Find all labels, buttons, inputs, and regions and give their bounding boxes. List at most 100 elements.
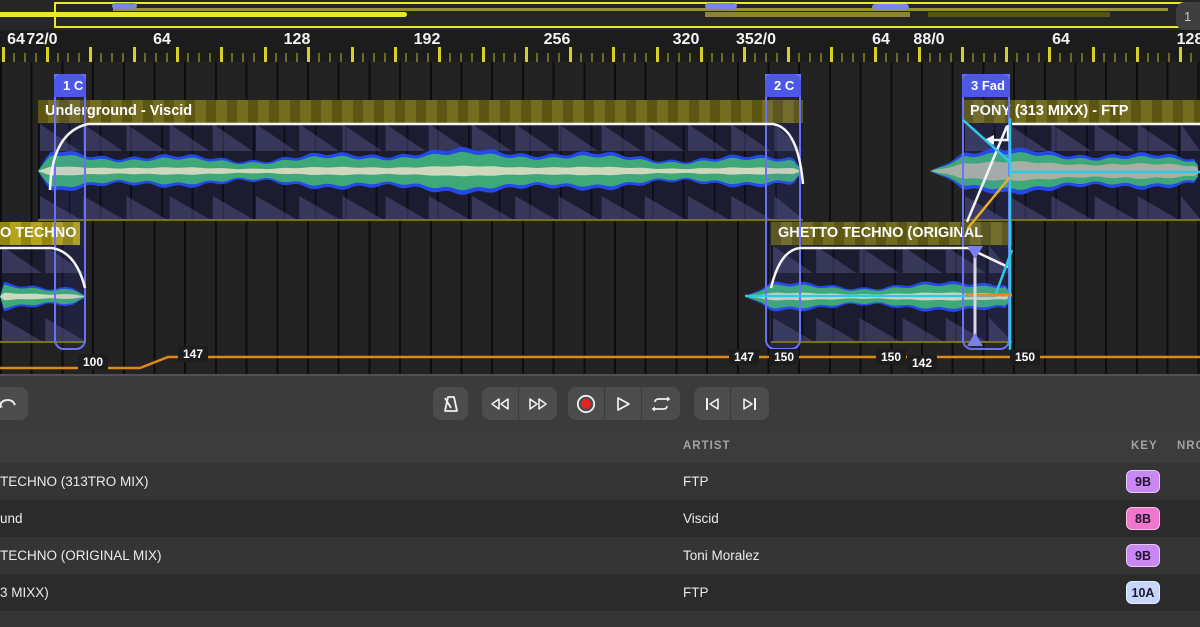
track-title: und bbox=[0, 500, 23, 537]
minimap-track-bar-2 bbox=[113, 8, 1168, 11]
ruler-tick bbox=[1005, 47, 1008, 62]
ruler-tick bbox=[1147, 53, 1149, 62]
tempo-marker[interactable]: 150 bbox=[1010, 349, 1040, 365]
track-list: ARTIST KEY NRG TECHNO (313TRO MIX) FTP 9… bbox=[0, 432, 1200, 627]
ruler-tick bbox=[656, 47, 659, 62]
metronome-button[interactable] bbox=[433, 387, 468, 420]
ruler-tick bbox=[852, 53, 854, 62]
waveform-underground[interactable] bbox=[38, 147, 803, 195]
play-button[interactable] bbox=[605, 387, 642, 420]
ruler-tick bbox=[1114, 53, 1116, 62]
cue-region-2[interactable] bbox=[765, 74, 801, 350]
tempo-marker[interactable]: 150 bbox=[876, 349, 906, 365]
column-header-nrg[interactable]: NRG bbox=[1177, 440, 1200, 452]
ruler-tick bbox=[514, 53, 516, 62]
minimap-cue-pill bbox=[705, 3, 737, 9]
cue-region-1[interactable] bbox=[54, 74, 86, 350]
ruler-tick bbox=[732, 53, 734, 62]
arrangement-minimap[interactable]: 1 bbox=[0, 0, 1200, 30]
ruler-tick bbox=[133, 47, 136, 62]
undo-button[interactable] bbox=[0, 387, 28, 420]
ruler-tick bbox=[612, 47, 615, 62]
table-row[interactable]: TECHNO (313TRO MIX) FTP 9B bbox=[0, 463, 1200, 500]
loop-icon bbox=[651, 396, 671, 412]
ruler-tick bbox=[78, 53, 80, 62]
next-button[interactable] bbox=[731, 387, 768, 420]
ruler-tick bbox=[591, 53, 593, 62]
ruler-label: 72/0 bbox=[26, 31, 57, 49]
ruler-tick bbox=[503, 53, 505, 62]
track-title: TECHNO (ORIGINAL MIX) bbox=[0, 537, 162, 574]
ruler-tick bbox=[111, 53, 113, 62]
track-artist: Viscid bbox=[683, 500, 719, 537]
ruler-label: 256 bbox=[544, 31, 571, 49]
ruler-label: 192 bbox=[414, 31, 441, 49]
ruler-tick bbox=[1103, 53, 1105, 62]
ruler-tick bbox=[2, 47, 5, 62]
ruler-label: 64 bbox=[1052, 31, 1070, 49]
key-badge: 10A bbox=[1126, 581, 1160, 604]
ruler-tick bbox=[711, 53, 713, 62]
ruler-tick bbox=[667, 53, 669, 62]
cue-flag-1[interactable]: 1 C bbox=[54, 74, 86, 97]
minimap-cue-pill bbox=[872, 4, 909, 10]
tempo-marker[interactable]: 150 bbox=[769, 349, 799, 365]
tempo-marker[interactable]: 147 bbox=[729, 349, 759, 365]
cue-region-3[interactable] bbox=[962, 74, 1010, 350]
key-badge: 9B bbox=[1126, 544, 1160, 567]
rewind-button[interactable] bbox=[482, 387, 519, 420]
ruler-tick bbox=[318, 53, 320, 62]
table-row[interactable]: TECHNO (ORIGINAL MIX) Toni Moralez 9B bbox=[0, 537, 1200, 574]
ruler-tick bbox=[558, 53, 560, 62]
ruler-tick bbox=[863, 53, 865, 62]
beat-ruler[interactable]: 6472/064128192256320352/06488/064128 bbox=[0, 30, 1200, 62]
ruler-tick bbox=[1070, 53, 1072, 62]
clip-title-underground[interactable]: Underground - Viscid bbox=[38, 100, 803, 123]
record-button[interactable] bbox=[568, 387, 605, 420]
previous-button[interactable] bbox=[694, 387, 731, 420]
cue-flag-3[interactable]: 3 Fad bbox=[962, 74, 1010, 97]
ruler-tick bbox=[1136, 47, 1139, 62]
minimap-track-bar-1 bbox=[0, 12, 407, 17]
cue-flag-2[interactable]: 2 C bbox=[765, 74, 801, 97]
ruler-tick bbox=[329, 53, 331, 62]
ruler-tick bbox=[1081, 53, 1083, 62]
ruler-tick bbox=[798, 53, 800, 62]
ruler-tick bbox=[460, 53, 462, 62]
column-header-artist[interactable]: ARTIST bbox=[683, 440, 731, 452]
ruler-tick bbox=[820, 53, 822, 62]
key-badge: 8B bbox=[1126, 507, 1160, 530]
table-row[interactable]: und Viscid 8B bbox=[0, 500, 1200, 537]
ruler-tick bbox=[155, 53, 157, 62]
track-title: 3 MIXX) bbox=[0, 574, 49, 611]
ruler-tick bbox=[580, 53, 582, 62]
ruler-tick bbox=[209, 53, 211, 62]
ruler-tick bbox=[100, 53, 102, 62]
tempo-marker[interactable]: 147 bbox=[178, 346, 208, 362]
tempo-marker[interactable]: 100 bbox=[78, 354, 108, 370]
ruler-label: 352/0 bbox=[736, 31, 776, 49]
tempo-marker[interactable]: 142 bbox=[907, 355, 937, 371]
ruler-tick bbox=[700, 47, 703, 62]
ruler-tick bbox=[689, 53, 691, 62]
table-row-partial bbox=[0, 611, 1200, 627]
skip-group bbox=[694, 387, 769, 420]
ruler-tick bbox=[35, 53, 37, 62]
ruler-tick bbox=[1059, 53, 1061, 62]
ruler-tick bbox=[1125, 53, 1127, 62]
table-row[interactable]: 3 MIXX) FTP 10A bbox=[0, 574, 1200, 611]
loop-button[interactable] bbox=[642, 387, 679, 420]
ruler-tick bbox=[187, 53, 189, 62]
transport-bar bbox=[0, 374, 1200, 432]
ruler-tick bbox=[1048, 47, 1051, 62]
track-title: TECHNO (313TRO MIX) bbox=[0, 463, 149, 500]
timeline[interactable]: Underground - Viscid PONY (313 MIXX) - F… bbox=[0, 62, 1200, 374]
ruler-tick bbox=[929, 53, 931, 62]
ruler-tick bbox=[874, 47, 877, 62]
minimap-page-badge[interactable]: 1 bbox=[1176, 2, 1200, 30]
ruler-tick bbox=[427, 53, 429, 62]
column-header-key[interactable]: KEY bbox=[1131, 440, 1158, 452]
fast-forward-button[interactable] bbox=[519, 387, 556, 420]
ruler-tick bbox=[351, 47, 354, 62]
ruler-tick bbox=[340, 53, 342, 62]
